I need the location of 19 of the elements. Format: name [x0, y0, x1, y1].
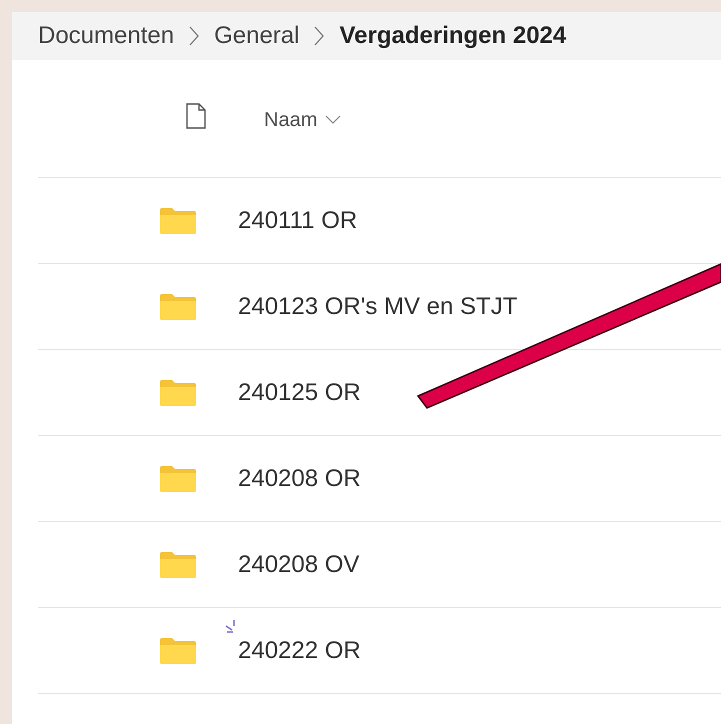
- breadcrumb-link[interactable]: Documenten: [38, 18, 174, 54]
- folder-icon: [159, 206, 197, 234]
- chevron-right-icon: [188, 25, 200, 47]
- chevron-right-icon: [313, 25, 326, 47]
- folder-name-link[interactable]: 240208 OV: [238, 546, 360, 582]
- current-folder-title: Vergaderingen 2024: [339, 21, 566, 51]
- folder-name-link[interactable]: 240208 OR: [238, 460, 361, 496]
- breadcrumb-link[interactable]: General: [214, 18, 300, 54]
- folder-name-link[interactable]: 240125 OR: [238, 374, 361, 410]
- folder-icon: [159, 464, 197, 492]
- folder-name-link[interactable]: 240222 OR: [238, 632, 361, 668]
- folder-icon: [159, 292, 197, 320]
- folder-icon: [159, 550, 197, 578]
- folder-icon: [159, 636, 197, 664]
- name-column-header[interactable]: Naam: [264, 104, 342, 134]
- folder-name-link[interactable]: 240123 OR's MV en STJT: [238, 288, 518, 324]
- folder-icon: [159, 378, 197, 406]
- file-icon: [186, 102, 206, 128]
- folder-name-link[interactable]: 240111 OR: [238, 202, 358, 238]
